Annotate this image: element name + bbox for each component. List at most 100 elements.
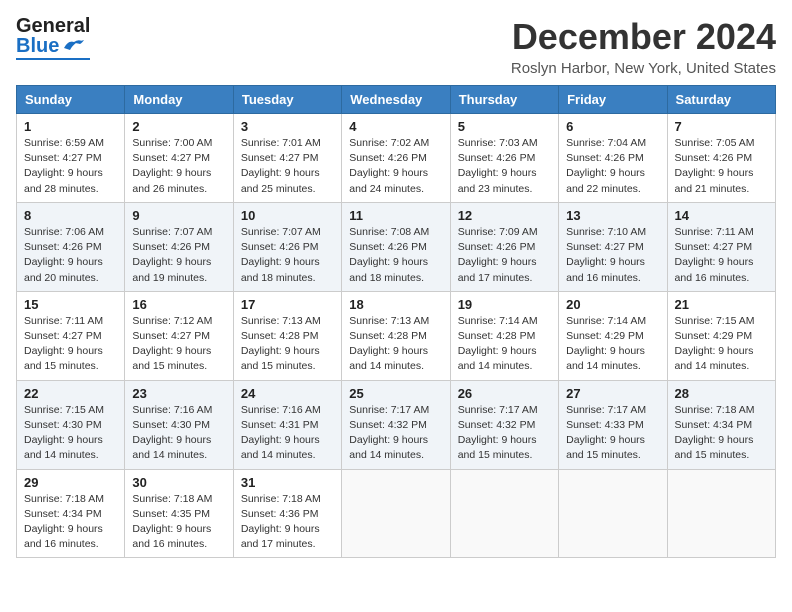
location-subtitle: Roslyn Harbor, New York, United States [511, 60, 776, 77]
calendar-cell: 10 Sunrise: 7:07 AMSunset: 4:26 PMDayligh… [233, 202, 341, 291]
calendar-cell: 15 Sunrise: 7:11 AMSunset: 4:27 PMDayligh… [17, 291, 125, 380]
calendar-cell: 4Sunrise: 7:02 AMSunset: 4:26 PMDaylight… [342, 114, 450, 203]
day-number: 23 [132, 386, 225, 401]
calendar-cell: 19Sunrise: 7:14 AMSunset: 4:28 PMDayligh… [450, 291, 558, 380]
logo-general: General [16, 15, 90, 37]
day-number: 30 [132, 475, 225, 490]
day-info: Sunrise: 7:13 AMSunset: 4:28 PMDaylight:… [241, 314, 334, 375]
page-header: General Blue December 2024 Roslyn Harbor… [16, 16, 776, 77]
calendar-cell: 17 Sunrise: 7:13 AMSunset: 4:28 PMDayligh… [233, 291, 341, 380]
col-header-saturday: Saturday [667, 86, 775, 114]
calendar-cell [342, 469, 450, 558]
day-info: Sunrise: 7:02 AMSunset: 4:26 PMDaylight:… [349, 136, 442, 197]
calendar-cell: 1 Sunrise: 6:59 AMSunset: 4:27 PMDaylight… [17, 114, 125, 203]
day-number: 6 [566, 119, 659, 134]
calendar-cell: 13Sunrise: 7:10 AMSunset: 4:27 PMDayligh… [559, 202, 667, 291]
day-number: 28 [675, 386, 768, 401]
day-info: Sunrise: 7:01 AMSunset: 4:27 PMDaylight:… [241, 136, 334, 197]
day-number: 7 [675, 119, 768, 134]
calendar-cell: 20 Sunrise: 7:14 AMSunset: 4:29 PMDayligh… [559, 291, 667, 380]
calendar-cell [450, 469, 558, 558]
calendar-cell: 7Sunrise: 7:05 AMSunset: 4:26 PMDaylight… [667, 114, 775, 203]
calendar-week-row: 15 Sunrise: 7:11 AMSunset: 4:27 PMDayligh… [17, 291, 776, 380]
logo-underline [16, 58, 90, 60]
calendar-cell: 9 Sunrise: 7:07 AMSunset: 4:26 PMDaylight… [125, 202, 233, 291]
day-number: 17 [241, 297, 334, 312]
day-number: 15 [24, 297, 117, 312]
day-info: Sunrise: 6:59 AMSunset: 4:27 PMDaylight:… [24, 136, 117, 197]
day-number: 19 [458, 297, 551, 312]
day-info: Sunrise: 7:11 AMSunset: 4:27 PMDaylight:… [24, 314, 117, 375]
calendar-cell: 8Sunrise: 7:06 AMSunset: 4:26 PMDaylight… [17, 202, 125, 291]
day-number: 2 [132, 119, 225, 134]
calendar-cell: 5Sunrise: 7:03 AMSunset: 4:26 PMDaylight… [450, 114, 558, 203]
calendar-week-row: 1 Sunrise: 6:59 AMSunset: 4:27 PMDaylight… [17, 114, 776, 203]
calendar-cell: 12Sunrise: 7:09 AMSunset: 4:26 PMDayligh… [450, 202, 558, 291]
day-info: Sunrise: 7:17 AMSunset: 4:33 PMDaylight:… [566, 403, 659, 464]
day-info: Sunrise: 7:08 AMSunset: 4:26 PMDaylight:… [349, 225, 442, 286]
logo-blue-text: Blue [16, 36, 59, 56]
day-info: Sunrise: 7:10 AMSunset: 4:27 PMDaylight:… [566, 225, 659, 286]
day-number: 10 [241, 208, 334, 223]
calendar-cell: 30 Sunrise: 7:18 AMSunset: 4:35 PMDayligh… [125, 469, 233, 558]
bird-icon [62, 38, 84, 54]
calendar-cell [667, 469, 775, 558]
calendar-table: SundayMondayTuesdayWednesdayThursdayFrid… [16, 85, 776, 558]
day-number: 25 [349, 386, 442, 401]
col-header-tuesday: Tuesday [233, 86, 341, 114]
day-number: 31 [241, 475, 334, 490]
logo-line1: General [16, 16, 90, 36]
calendar-header-row: SundayMondayTuesdayWednesdayThursdayFrid… [17, 86, 776, 114]
day-number: 3 [241, 119, 334, 134]
day-number: 18 [349, 297, 442, 312]
day-info: Sunrise: 7:04 AMSunset: 4:26 PMDaylight:… [566, 136, 659, 197]
calendar-cell: 22 Sunrise: 7:15 AMSunset: 4:30 PMDayligh… [17, 380, 125, 469]
day-info: Sunrise: 7:13 AMSunset: 4:28 PMDaylight:… [349, 314, 442, 375]
calendar-cell: 14Sunrise: 7:11 AMSunset: 4:27 PMDayligh… [667, 202, 775, 291]
day-info: Sunrise: 7:18 AMSunset: 4:34 PMDaylight:… [675, 403, 768, 464]
day-number: 1 [24, 119, 117, 134]
day-info: Sunrise: 7:12 AMSunset: 4:27 PMDaylight:… [132, 314, 225, 375]
day-info: Sunrise: 7:09 AMSunset: 4:26 PMDaylight:… [458, 225, 551, 286]
col-header-sunday: Sunday [17, 86, 125, 114]
calendar-cell: 3 Sunrise: 7:01 AMSunset: 4:27 PMDaylight… [233, 114, 341, 203]
day-info: Sunrise: 7:15 AMSunset: 4:30 PMDaylight:… [24, 403, 117, 464]
month-title: December 2024 [511, 16, 776, 58]
day-number: 26 [458, 386, 551, 401]
calendar-cell: 29Sunrise: 7:18 AMSunset: 4:34 PMDayligh… [17, 469, 125, 558]
calendar-cell: 6 Sunrise: 7:04 AMSunset: 4:26 PMDaylight… [559, 114, 667, 203]
day-info: Sunrise: 7:18 AMSunset: 4:34 PMDaylight:… [24, 492, 117, 553]
day-number: 14 [675, 208, 768, 223]
day-info: Sunrise: 7:06 AMSunset: 4:26 PMDaylight:… [24, 225, 117, 286]
day-info: Sunrise: 7:17 AMSunset: 4:32 PMDaylight:… [458, 403, 551, 464]
day-info: Sunrise: 7:14 AMSunset: 4:29 PMDaylight:… [566, 314, 659, 375]
calendar-cell: 16Sunrise: 7:12 AMSunset: 4:27 PMDayligh… [125, 291, 233, 380]
day-info: Sunrise: 7:00 AMSunset: 4:27 PMDaylight:… [132, 136, 225, 197]
day-info: Sunrise: 7:03 AMSunset: 4:26 PMDaylight:… [458, 136, 551, 197]
calendar-cell: 26 Sunrise: 7:17 AMSunset: 4:32 PMDayligh… [450, 380, 558, 469]
calendar-cell: 28 Sunrise: 7:18 AMSunset: 4:34 PMDayligh… [667, 380, 775, 469]
calendar-cell: 23 Sunrise: 7:16 AMSunset: 4:30 PMDayligh… [125, 380, 233, 469]
day-info: Sunrise: 7:16 AMSunset: 4:31 PMDaylight:… [241, 403, 334, 464]
calendar-cell: 11 Sunrise: 7:08 AMSunset: 4:26 PMDayligh… [342, 202, 450, 291]
calendar-cell: 25 Sunrise: 7:17 AMSunset: 4:32 PMDayligh… [342, 380, 450, 469]
day-number: 11 [349, 208, 442, 223]
day-number: 24 [241, 386, 334, 401]
logo: General Blue [16, 16, 90, 60]
day-info: Sunrise: 7:07 AMSunset: 4:26 PMDaylight:… [132, 225, 225, 286]
day-info: Sunrise: 7:07 AMSunset: 4:26 PMDaylight:… [241, 225, 334, 286]
day-number: 9 [132, 208, 225, 223]
logo-line2: Blue [16, 36, 84, 56]
day-info: Sunrise: 7:15 AMSunset: 4:29 PMDaylight:… [675, 314, 768, 375]
day-info: Sunrise: 7:18 AMSunset: 4:36 PMDaylight:… [241, 492, 334, 553]
day-number: 20 [566, 297, 659, 312]
calendar-cell: 24 Sunrise: 7:16 AMSunset: 4:31 PMDayligh… [233, 380, 341, 469]
col-header-friday: Friday [559, 86, 667, 114]
title-area: December 2024 Roslyn Harbor, New York, U… [511, 16, 776, 77]
col-header-wednesday: Wednesday [342, 86, 450, 114]
day-info: Sunrise: 7:18 AMSunset: 4:35 PMDaylight:… [132, 492, 225, 553]
day-number: 22 [24, 386, 117, 401]
day-info: Sunrise: 7:16 AMSunset: 4:30 PMDaylight:… [132, 403, 225, 464]
day-info: Sunrise: 7:17 AMSunset: 4:32 PMDaylight:… [349, 403, 442, 464]
calendar-week-row: 8Sunrise: 7:06 AMSunset: 4:26 PMDaylight… [17, 202, 776, 291]
